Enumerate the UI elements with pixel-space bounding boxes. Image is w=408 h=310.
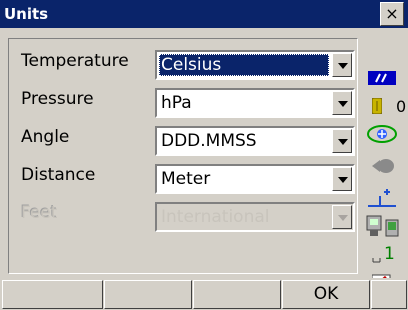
input-mode-text: 1 bbox=[384, 244, 395, 264]
window-title: Units bbox=[4, 5, 49, 23]
temperature-dropdown-button[interactable] bbox=[332, 53, 352, 77]
chevron-down-icon bbox=[338, 63, 348, 69]
battery-icon[interactable] bbox=[371, 97, 383, 118]
angle-select[interactable]: DDD.MMSS bbox=[155, 126, 355, 156]
input-mode-icon[interactable] bbox=[372, 248, 382, 268]
instrument-connection-icon[interactable] bbox=[366, 214, 400, 244]
distance-value: Meter bbox=[161, 169, 211, 189]
feet-select: International bbox=[155, 202, 355, 232]
settings-panel: Temperature Celsius Pressure hPa Angle D… bbox=[8, 38, 358, 274]
ok-softkey[interactable]: OK bbox=[282, 280, 370, 309]
title-bar: Units × bbox=[0, 0, 408, 28]
close-button[interactable]: × bbox=[380, 2, 404, 26]
status-icons: 0 1 bbox=[362, 56, 408, 306]
angle-value: DDD.MMSS bbox=[161, 131, 257, 151]
softkey-2[interactable] bbox=[104, 280, 192, 309]
softkey-bar: OK bbox=[0, 278, 408, 310]
distance-label: Distance bbox=[21, 165, 96, 185]
chevron-down-icon bbox=[338, 215, 348, 221]
pressure-value: hPa bbox=[161, 93, 192, 113]
softkey-3[interactable] bbox=[193, 280, 281, 309]
pressure-label: Pressure bbox=[21, 89, 94, 109]
feet-dropdown-button bbox=[332, 205, 352, 229]
battery-level-text: 0 bbox=[396, 97, 407, 116]
pressure-select[interactable]: hPa bbox=[155, 88, 355, 118]
signal-bars-icon[interactable] bbox=[368, 70, 396, 89]
pressure-dropdown-button[interactable] bbox=[332, 91, 352, 115]
softkey-5[interactable] bbox=[371, 280, 407, 309]
feet-label: Feet bbox=[21, 203, 58, 223]
ems-measure-icon[interactable] bbox=[366, 186, 398, 214]
distance-select[interactable]: Meter bbox=[155, 164, 355, 194]
dialog-client: Temperature Celsius Pressure hPa Angle D… bbox=[0, 28, 408, 290]
temperature-label: Temperature bbox=[21, 51, 129, 71]
temperature-select[interactable]: Celsius bbox=[155, 50, 355, 80]
distance-dropdown-button[interactable] bbox=[332, 167, 352, 191]
chevron-down-icon bbox=[338, 177, 348, 183]
temperature-value: Celsius bbox=[159, 54, 329, 76]
chevron-down-icon bbox=[338, 139, 348, 145]
feet-value: International bbox=[161, 207, 270, 227]
chevron-down-icon bbox=[338, 101, 348, 107]
angle-dropdown-button[interactable] bbox=[332, 129, 352, 153]
compensator-icon[interactable] bbox=[370, 158, 398, 178]
angle-label: Angle bbox=[21, 127, 70, 147]
softkey-1[interactable] bbox=[2, 280, 103, 309]
prism-target-icon[interactable] bbox=[366, 124, 398, 148]
